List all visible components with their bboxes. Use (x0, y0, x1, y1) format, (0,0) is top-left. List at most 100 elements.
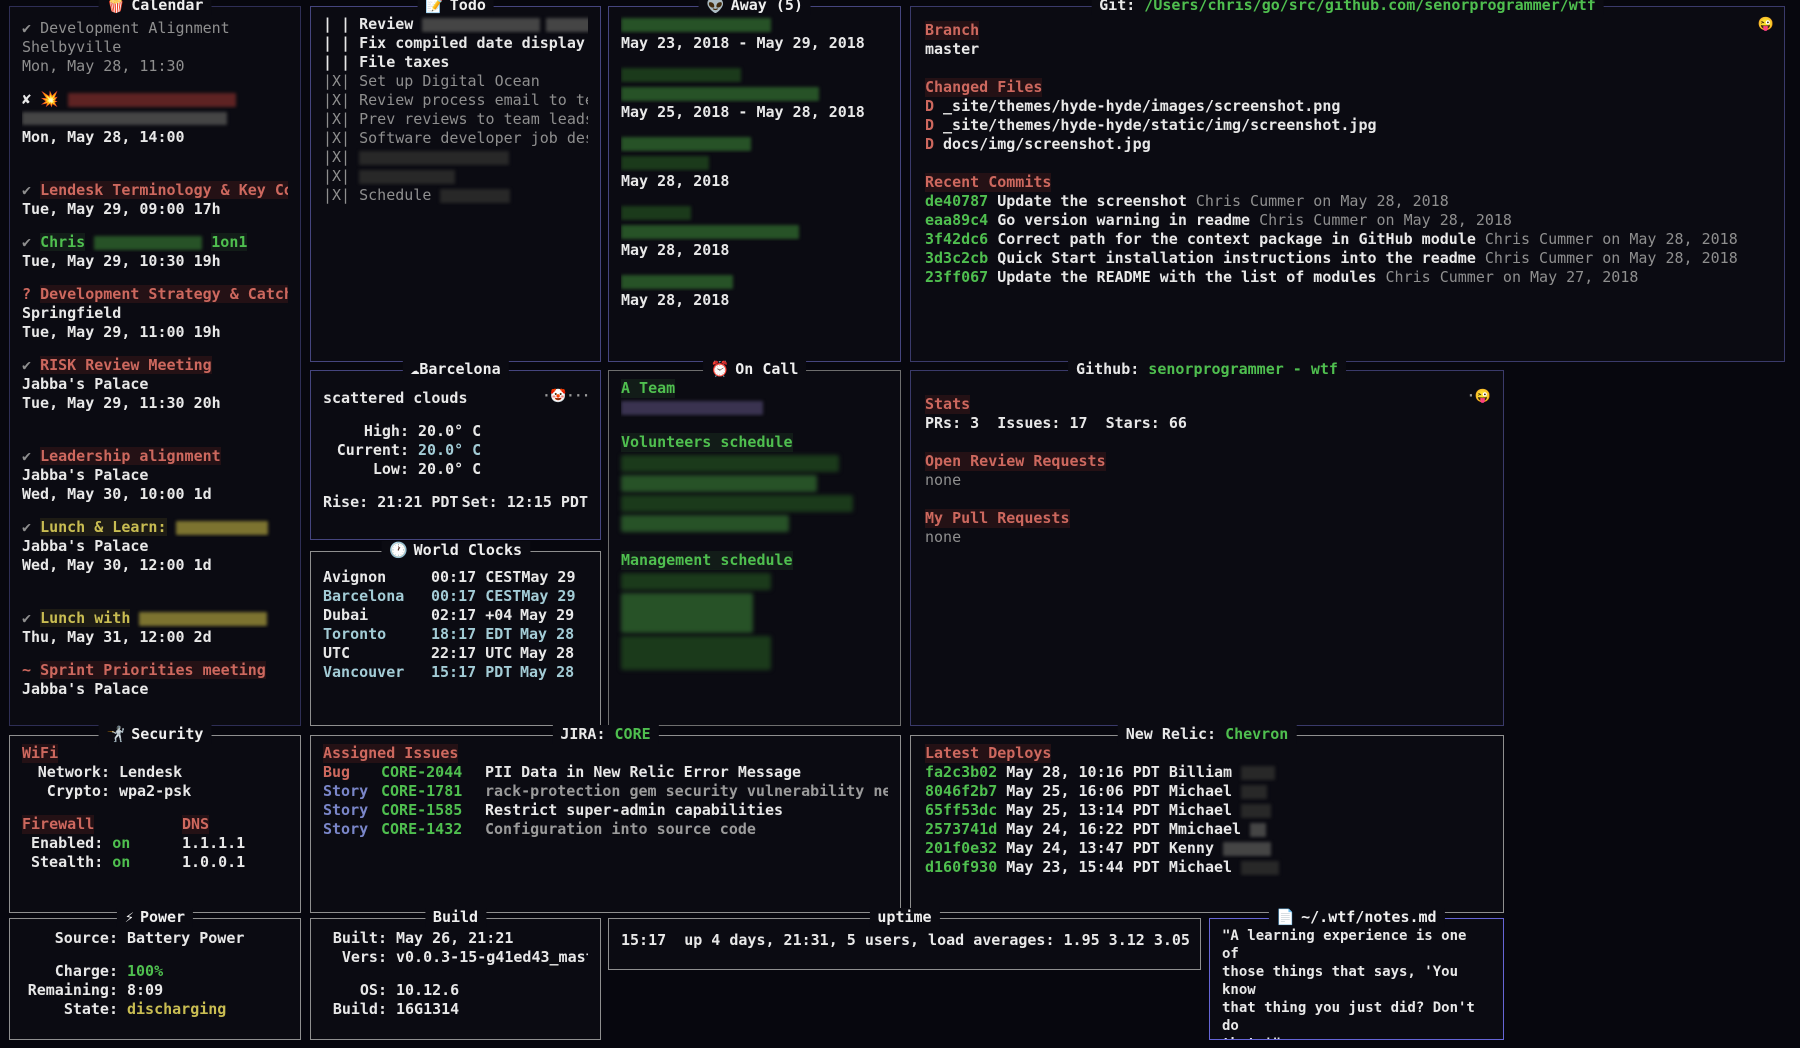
build-version: v0.0.3-15-g41ed43_maste (396, 948, 588, 967)
jira-issue-row[interactable]: StoryCORE-1432Configuration into source … (323, 820, 888, 839)
uptime-widget[interactable]: uptime 15:17 up 4 days, 21:31, 5 users, … (608, 918, 1201, 970)
clocks-title: 🕐World Clocks (381, 541, 530, 560)
redacted-text (440, 189, 510, 203)
redacted-text (621, 18, 771, 32)
firewall-enabled: on (112, 834, 130, 852)
redacted-text (621, 636, 771, 670)
calendar-event: ✘ 💥 Mon, May 28, 14:00 (22, 90, 288, 147)
away-entry: May 25, 2018 - May 28, 2018 (621, 65, 888, 122)
jira-widget[interactable]: JIRA: CORE Assigned Issues BugCORE-2044P… (310, 735, 901, 913)
power-title: ⚡Power (117, 908, 193, 927)
redacted-text (1241, 804, 1271, 818)
calendar-event: ~ Sprint Priorities meeting Jabba's Pala… (22, 661, 288, 699)
notes-line: that thing you just did? Don't do (1222, 999, 1491, 1035)
commit-row: 3d3c2cbQuick Start installation instruct… (925, 249, 1772, 268)
github-pull-requests-header: My Pull Requests (925, 509, 1070, 528)
todo-item[interactable]: |X| Software developer job desc (323, 129, 588, 148)
todo-item[interactable]: |X| Schedule (323, 186, 588, 205)
redacted-text (68, 93, 236, 107)
todo-widget[interactable]: 📝Todo | | Review | | Fix compiled date d… (310, 6, 601, 362)
clocks-widget[interactable]: 🕐World Clocks Avignon00:17 CESTMay 29 Ba… (310, 551, 601, 726)
calendar-event: ✔ Leadership alignment Jabba's Palace We… (22, 447, 288, 504)
away-entry: May 23, 2018 - May 29, 2018 (621, 15, 888, 53)
todo-item[interactable]: |X| Set up Digital Ocean (323, 72, 588, 91)
lightning-icon: ⚡ (125, 908, 134, 926)
github-open-reviews-header: Open Review Requests (925, 452, 1106, 471)
redacted-text (621, 455, 839, 472)
calendar-event: ✔ Lunch & Learn: Jabba's Palace Wed, May… (22, 518, 288, 575)
away-widget[interactable]: 👽Away (5) May 23, 2018 - May 29, 2018 Ma… (608, 6, 901, 362)
clock-row: Vancouver15:17 PDTMay 28 (323, 663, 588, 682)
redacted-text (621, 515, 789, 532)
weather-title: ☁Barcelona (402, 360, 508, 379)
oncall-widget[interactable]: ⏰On Call A Team Volunteers schedule Mana… (608, 370, 901, 726)
redacted-text (621, 137, 751, 151)
changed-file: D_site/themes/hyde-hyde/images/screensho… (925, 97, 1772, 116)
jira-issue-row[interactable]: StoryCORE-1781rack-protection gem securi… (323, 782, 888, 801)
build-number: 16G1314 (396, 1000, 588, 1019)
redacted-text (94, 236, 202, 250)
redacted-text (1223, 842, 1271, 856)
github-title: Github: senorprogrammer - wtf (1068, 360, 1346, 379)
build-os: 10.12.6 (396, 981, 588, 1000)
power-charge: 100% (127, 962, 288, 981)
jira-issue-row[interactable]: StoryCORE-1585Restrict super-admin capab… (323, 801, 888, 820)
clock-row: Avignon00:17 CESTMay 29 (323, 568, 588, 587)
oncall-management-header: Management schedule (621, 551, 793, 570)
calendar-event: ✔ Development Alignment Shelbyville Mon,… (22, 19, 288, 76)
firewall-stealth: on (112, 853, 130, 871)
redacted-text (621, 573, 771, 590)
weather-sunset: Set: 12:15 PDT (462, 493, 588, 512)
todo-item[interactable]: | | File taxes (323, 53, 588, 72)
newrelic-widget[interactable]: New Relic: Chevron Latest Deploys fa2c3b… (910, 735, 1504, 913)
power-state: discharging (127, 1000, 288, 1019)
calendar-widget[interactable]: 🍿Calendar ✔ Development Alignment Shelby… (9, 6, 301, 726)
calendar-event: ? Development Strategy & Catch U Springf… (22, 285, 288, 342)
github-widget[interactable]: Github: senorprogrammer - wtf ·😜 Stats P… (910, 370, 1504, 726)
weather-sunrise: Rise: 21:21 PDT (323, 493, 458, 512)
jira-header: Assigned Issues (323, 744, 458, 763)
newrelic-header: Latest Deploys (925, 744, 1051, 763)
weather-current: 20.0° C (418, 441, 588, 460)
changed-file: Ddocs/img/screenshot.jpg (925, 135, 1772, 154)
build-widget[interactable]: Build Built:May 26, 21:21 Vers:v0.0.3-15… (310, 918, 601, 1040)
redacted-text (621, 156, 709, 170)
notes-title: 📄~/.wtf/notes.md (1268, 908, 1444, 927)
weather-low: 20.0° C (418, 460, 588, 479)
todo-item[interactable]: | | Review (323, 15, 588, 34)
todo-item[interactable]: |X| Prev reviews to team leads (323, 110, 588, 129)
redacted-text (621, 593, 753, 633)
jira-issue-row[interactable]: BugCORE-2044PII Data in New Relic Error … (323, 763, 888, 782)
todo-title: 📝Todo (417, 0, 494, 15)
deploy-row: fa2c3b02 May 28, 10:16 PDT Billiam (925, 763, 1491, 782)
wifi-header: WiFi (22, 744, 58, 763)
weather-high: 20.0° C (418, 422, 588, 441)
deploy-row: d160f930 May 23, 15:44 PDT Michael (925, 858, 1491, 877)
oncall-title: ⏰On Call (703, 360, 807, 379)
todo-item[interactable]: |X| (323, 148, 588, 167)
redacted-text (22, 112, 227, 125)
power-widget[interactable]: ⚡Power Source:Battery Power Charge:100% … (9, 918, 301, 1040)
redacted-text (359, 170, 455, 184)
commit-row: eaa89c4Go version warning in readmeChris… (925, 211, 1772, 230)
firewall-header: Firewall (22, 815, 94, 834)
oncall-team-header: A Team (621, 379, 675, 398)
todo-item[interactable]: |X| Review process email to team (323, 91, 588, 110)
git-widget[interactable]: Git: /Users/chris/go/src/github.com/seno… (910, 6, 1785, 362)
cloud-icon: ☁ (410, 360, 419, 378)
uptime-title: uptime (869, 908, 939, 927)
away-entry: May 28, 2018 (621, 134, 888, 191)
commit-row: de40787Update the screenshotChris Cummer… (925, 192, 1772, 211)
github-stats: PRs: 3 Issues: 17 Stars: 66 (925, 414, 1491, 433)
oncall-volunteers-header: Volunteers schedule (621, 433, 793, 452)
security-widget[interactable]: 🤺Security WiFi Network:Lendesk Crypto:wp… (9, 735, 301, 913)
calendar-event: ✔ Lendesk Terminology & Key Conc Tue, Ma… (22, 181, 288, 219)
wifi-network: Lendesk (119, 763, 288, 782)
todo-item[interactable]: | | Fix compiled date display bug (323, 34, 588, 53)
wifi-crypto: wpa2-psk (119, 782, 288, 801)
redacted-text (176, 521, 268, 535)
todo-item[interactable]: |X| (323, 167, 588, 186)
notes-widget[interactable]: 📄~/.wtf/notes.md "A learning experience … (1209, 918, 1504, 1040)
weather-widget[interactable]: ☁Barcelona ·🤡··· scattered clouds High:2… (310, 370, 601, 540)
memo-icon: 📝 (425, 0, 444, 14)
